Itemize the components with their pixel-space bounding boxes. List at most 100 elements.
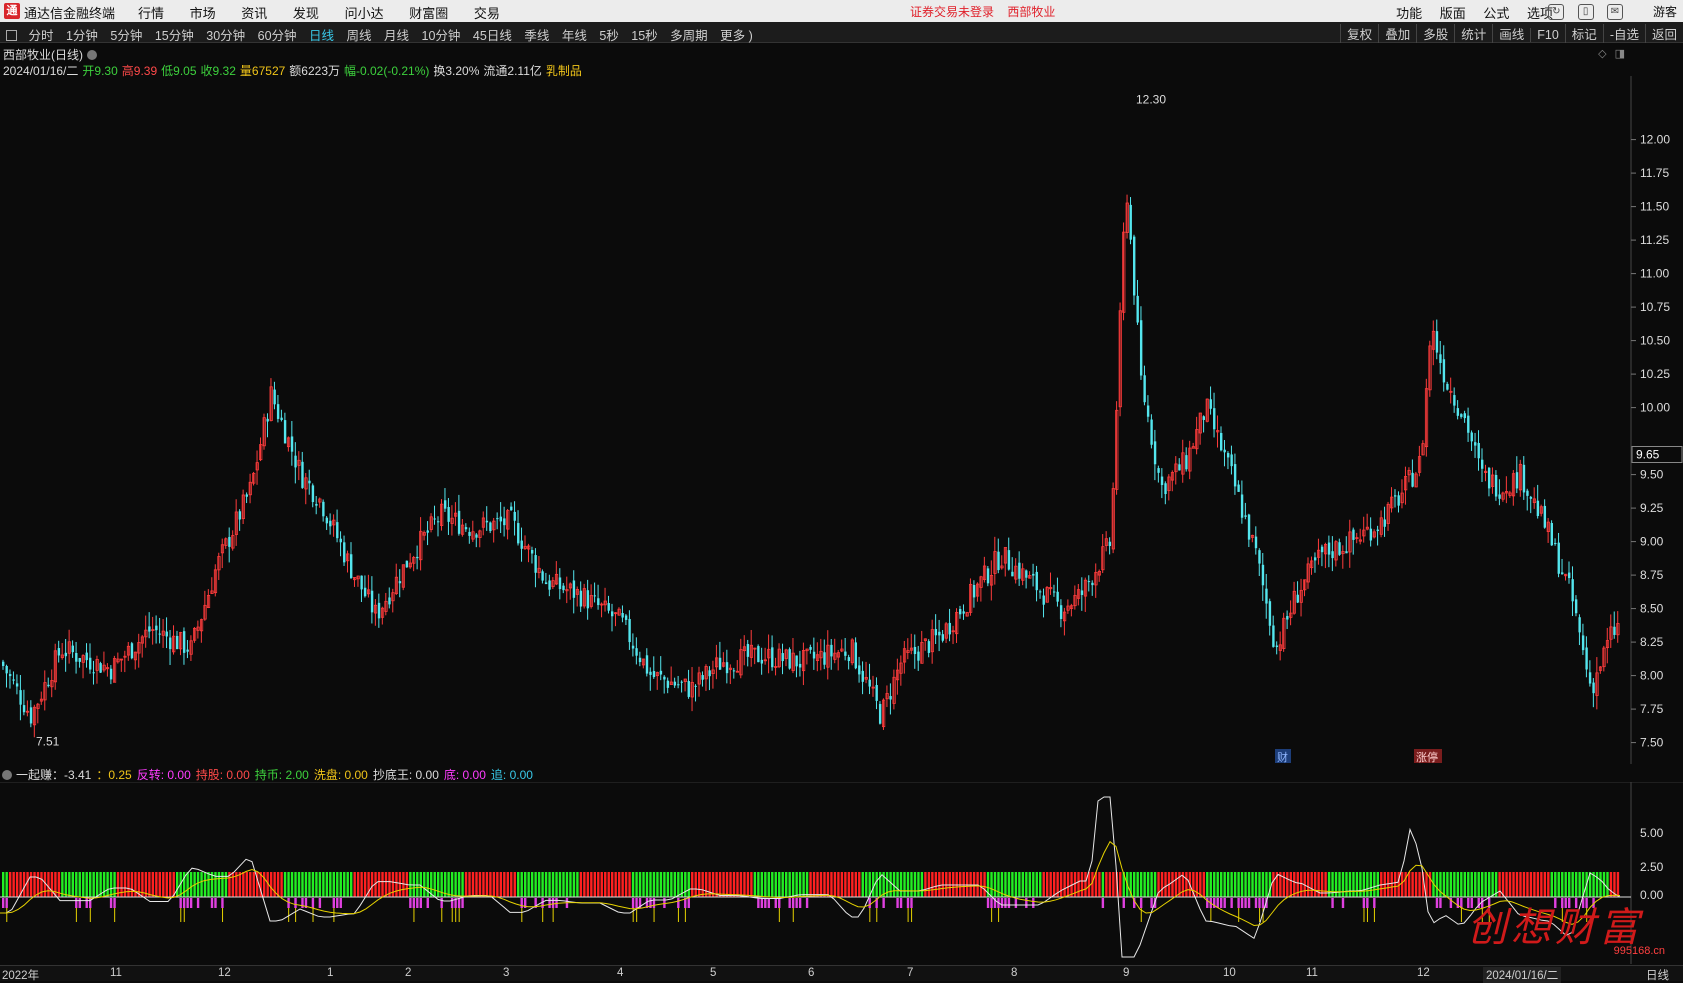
candle-down [485,520,489,523]
tool-huaxian[interactable]: 画线 [1492,24,1530,43]
tab-quarterly[interactable]: 季线 [524,29,549,43]
indicator-bar-green [1352,872,1355,897]
tab-15min[interactable]: 15分钟 [155,29,194,43]
tool-tongji[interactable]: 统计 [1454,24,1492,43]
candle-down [443,500,447,509]
menu-jiaoyi[interactable]: 交易 [474,6,500,21]
mail-icon[interactable]: ✉ [1607,4,1623,20]
indicator-bar-red [611,872,614,897]
indicator-chart[interactable]: 5.00 2.50 0.00 [0,782,1683,964]
tool-zixuan[interactable]: -自选 [1602,24,1645,43]
tab-multi-period[interactable]: 多周期 [670,29,708,43]
phone-icon[interactable]: ▯ [1577,4,1594,20]
tab-15sec[interactable]: 15秒 [631,29,657,43]
indicator-bar-red [586,872,590,897]
indicator-bar-red [356,872,360,897]
indicator-dropdown-icon[interactable] [2,770,12,780]
indicator-bar-red [830,872,833,897]
indicator-bar-magenta [301,898,304,908]
candle-down [29,707,33,724]
indicator-bar-green [1481,872,1484,897]
candle-down [322,501,325,517]
indicator-bar-green [85,872,88,897]
indicator-bar-green [1491,872,1494,897]
stock-title-text[interactable]: 西部牧业(日线) [3,48,83,62]
menu-shichang[interactable]: 市场 [190,6,216,21]
candle-down [283,420,287,444]
stock-name-title: 西部牧业 [1007,5,1056,19]
candle-down [638,657,642,663]
tool-diejia[interactable]: 叠加 [1378,24,1416,43]
tab-more[interactable]: 更多 ) [720,29,753,43]
tab-45day[interactable]: 45日线 [473,29,512,43]
tool-fuquan[interactable]: 复权 [1340,24,1378,43]
indicator-bar-green [78,872,81,897]
menu-faxian[interactable]: 发现 [293,6,319,21]
login-status[interactable]: 证券交易未登录 [910,5,994,19]
tool-biaoji[interactable]: 标记 [1564,24,1603,43]
menu-gongneng[interactable]: 功能 [1396,6,1422,21]
tab-weekly[interactable]: 周线 [347,29,372,43]
indicator-bar-magenta [1240,898,1244,908]
indicator-bar-green [68,872,71,897]
menu-gongshi[interactable]: 公式 [1483,6,1509,21]
candle-down [1585,647,1588,670]
indicator-bar-red [384,872,388,897]
indicator-bar-red [1313,872,1317,897]
candlestick-chart[interactable]: 12.00 11.75 11.50 11.25 11.00 10.75 10.50 10.25… [0,76,1683,764]
tab-60min[interactable]: 60分钟 [258,29,297,43]
tab-1min[interactable]: 1分钟 [66,29,98,43]
indicator-bar-yellow [792,908,794,922]
indicator-bar-green [109,872,113,897]
tab-5sec[interactable]: 5秒 [599,29,618,43]
indicator-bar-green [1101,872,1105,897]
tab-fenshi[interactable]: 分时 [28,29,53,43]
limit-marker[interactable]: 涨停 [1416,750,1438,764]
indicator-bar-green [1018,872,1021,897]
tool-fanhui[interactable]: 返回 [1644,24,1683,43]
tool-f10[interactable]: F10 [1530,28,1565,42]
fin-marker[interactable]: 财 [1277,750,1288,764]
tab-5min[interactable]: 5分钟 [110,29,142,43]
tab-monthly[interactable]: 月线 [384,29,409,43]
refresh-icon[interactable]: ↻ [1548,4,1565,20]
candle-down [1220,432,1223,451]
indicator-bar-green [544,872,548,897]
indicator-bar-red [464,872,468,897]
indicator-bar-green [287,872,290,897]
menu-caifuquan[interactable]: 财富圈 [409,6,448,21]
dropdown-icon[interactable] [87,50,97,60]
indicator-bar-red [691,872,694,897]
candle-down [1258,550,1261,564]
user-label[interactable]: 游客 [1653,3,1677,20]
indicator-bar-green [92,872,95,897]
tool-duogu[interactable]: 多股 [1416,24,1454,43]
diamond-icon[interactable]: ◇ [1598,48,1606,60]
indicator-bar-green [896,872,899,897]
tab-30min[interactable]: 30分钟 [206,29,245,43]
indicator-name[interactable]: 一起赚：-3.41 [16,768,91,782]
candle-down [861,670,864,682]
candle-down [645,655,649,674]
candle-down [663,676,666,680]
price-ticks: 12.00 11.75 11.50 11.25 11.00 10.75 10.50 10.25… [1631,133,1670,750]
menu-zixun[interactable]: 资讯 [241,6,267,21]
panel-icon[interactable]: ◨ [1615,48,1625,60]
indicator-bar-magenta [1004,898,1007,908]
tab-daily[interactable]: 日线 [309,29,334,43]
indicator-bar-magenta [179,898,182,908]
menu-hangqing[interactable]: 行情 [138,6,164,21]
indicator-bar-green [1032,872,1035,897]
candle-down [962,611,965,614]
indicator-bar-magenta [635,898,638,908]
indicator-bar-red [155,872,158,897]
tab-10min[interactable]: 10分钟 [422,29,461,43]
indicator-bar-green [1456,872,1460,897]
indicator-bar-red [29,872,33,897]
price-tick-label: 8.50 [1640,602,1664,616]
layout-toggle-icon[interactable] [6,30,17,41]
menu-banmian[interactable]: 版面 [1440,6,1466,21]
candle-down [694,685,697,687]
tab-yearly[interactable]: 年线 [562,29,587,43]
menu-wenxiaoda[interactable]: 问小达 [345,6,384,21]
